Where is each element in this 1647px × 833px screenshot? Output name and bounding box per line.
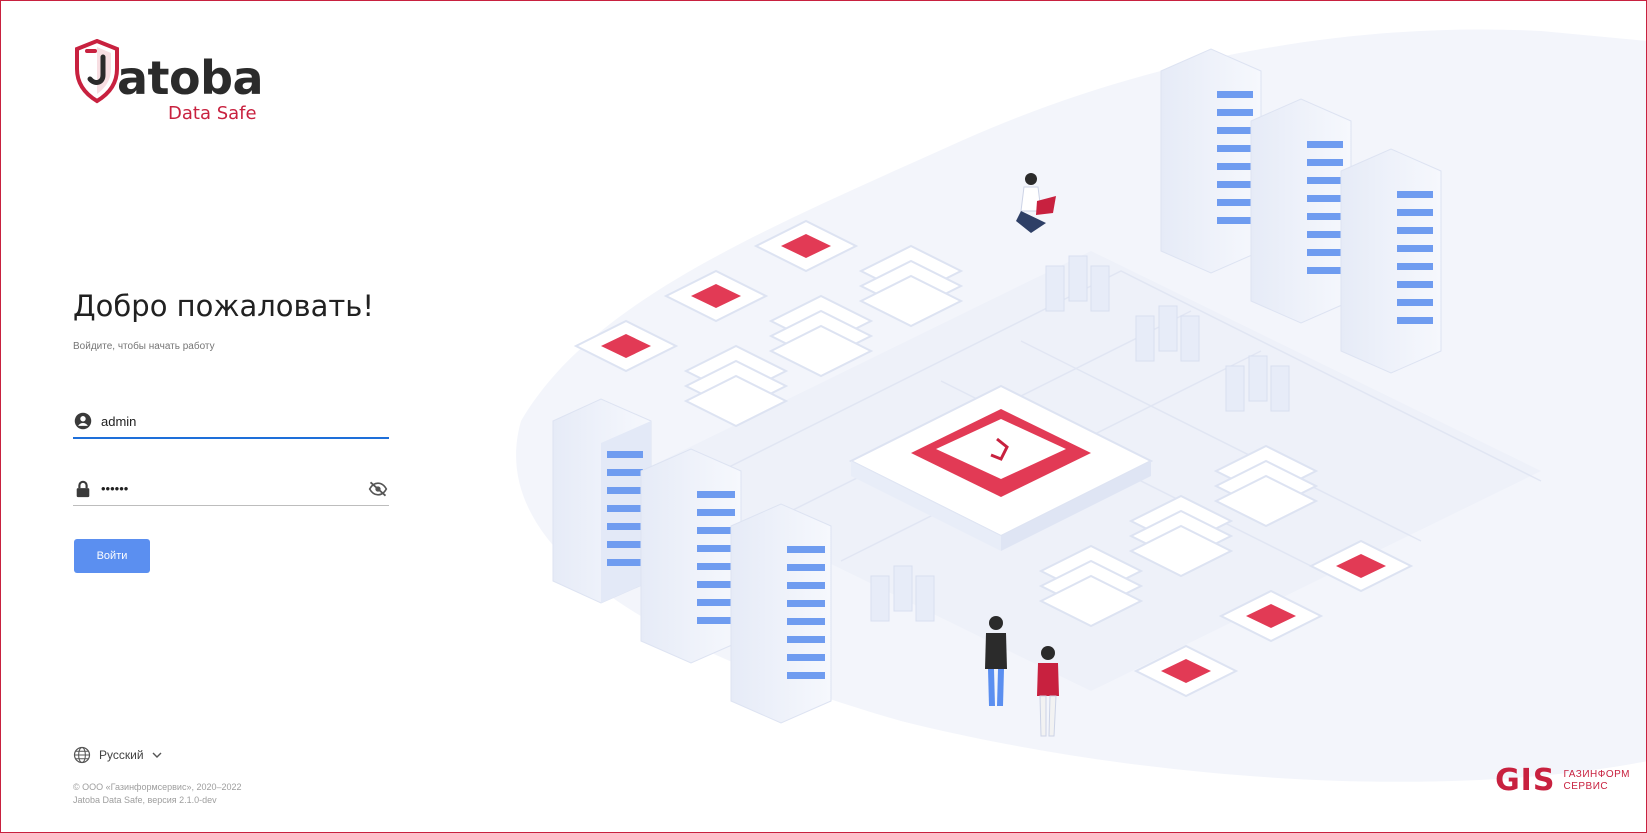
password-field[interactable] (73, 472, 389, 506)
copyright-line-1: © ООО «Газинформсервис», 2020–2022 (73, 782, 242, 792)
username-field[interactable] (73, 405, 389, 439)
isometric-illustration: GIS ГАЗИНФОРМ СЕРВИС (441, 1, 1646, 832)
globe-icon (73, 746, 91, 764)
lock-icon (73, 479, 93, 499)
username-input[interactable] (101, 409, 389, 433)
gis-text: ГАЗИНФОРМ СЕРВИС (1563, 769, 1630, 793)
server-rack-left-3 (730, 503, 832, 724)
gis-text-line-2: СЕРВИС (1563, 780, 1609, 792)
gis-text-line-1: ГАЗИНФОРМ (1563, 768, 1630, 780)
server-rack-right-3 (1340, 148, 1442, 374)
logo-subtitle: Data Safe (168, 103, 257, 124)
account-circle-icon (73, 411, 93, 431)
page-title: Добро пожаловать! (73, 289, 375, 323)
logo-wordmark: atoba (117, 51, 264, 105)
page-subtitle: Войдите, чтобы начать работу (73, 341, 215, 352)
shield-logo-icon (75, 39, 119, 104)
server-rack-right-2 (1250, 98, 1352, 324)
server-rack-left-2 (640, 448, 742, 664)
gis-mark: GIS (1495, 763, 1556, 798)
copyright-line-2: Jatoba Data Safe, версия 2.1.0-dev (73, 795, 217, 805)
server-rack-left-1 (552, 398, 652, 604)
login-panel: atoba Data Safe Добро пожаловать! Войдит… (1, 1, 441, 832)
server-rack-right-1 (1160, 48, 1262, 274)
eye-off-icon[interactable] (367, 478, 389, 500)
login-page: atoba Data Safe Добро пожаловать! Войдит… (0, 0, 1647, 833)
data-center-illustration (516, 29, 1646, 782)
language-selector[interactable]: Русский (73, 746, 162, 764)
password-input[interactable] (101, 476, 367, 501)
language-label: Русский (99, 748, 144, 762)
copyright: © ООО «Газинформсервис», 2020–2022 Jatob… (73, 781, 242, 807)
login-button[interactable]: Войти (74, 539, 150, 573)
gazinformservice-logo: GIS ГАЗИНФОРМ СЕРВИС (1495, 763, 1630, 798)
chevron-down-icon (152, 752, 162, 758)
jatoba-logo: atoba Data Safe (73, 39, 273, 124)
